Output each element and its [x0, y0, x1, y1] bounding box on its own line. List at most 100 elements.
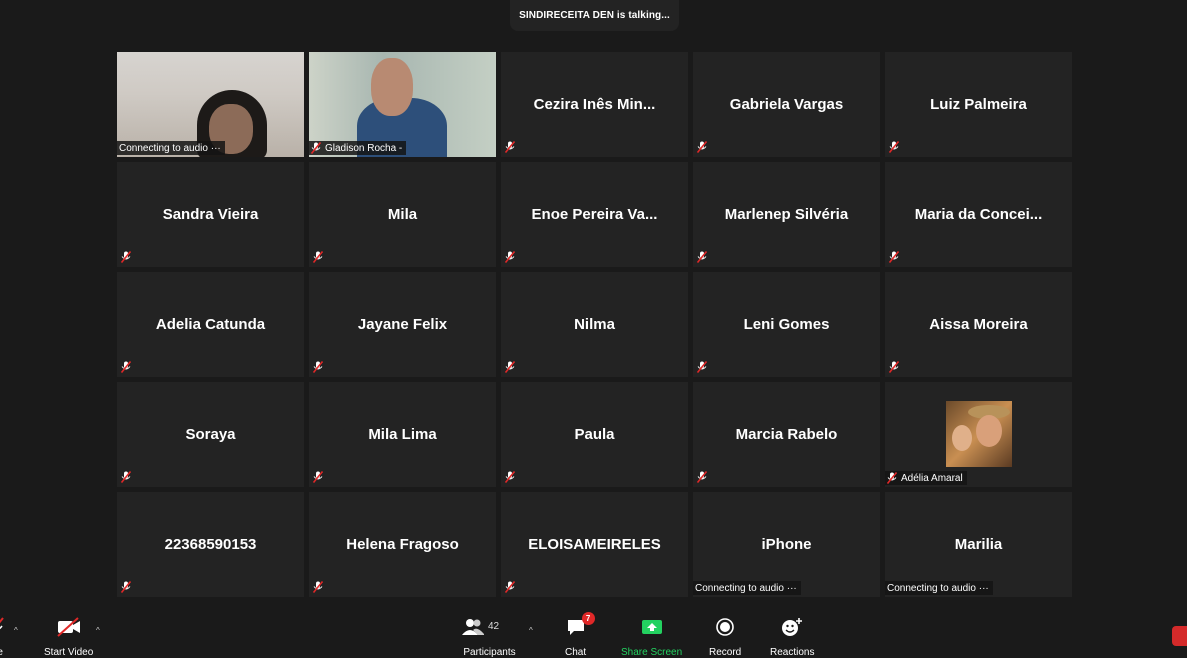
share-screen-button[interactable]: Share Screen	[621, 616, 682, 658]
participant-status-label: Connecting to audio ···	[885, 581, 993, 595]
participant-tile[interactable]: Adelia Catunda	[117, 272, 304, 377]
participant-name: 22368590153	[164, 536, 257, 553]
participant-status-label	[504, 140, 516, 154]
participant-tile[interactable]: Adélia Amaral	[885, 382, 1072, 487]
participant-tile[interactable]: Soraya	[117, 382, 304, 487]
participant-tile[interactable]: Enoe Pereira Va...	[501, 162, 688, 267]
participant-status-label: Connecting to audio ···	[117, 141, 225, 155]
participant-status-label	[504, 250, 516, 264]
muted-mic-icon	[696, 140, 708, 154]
active-speaker-banner: SINDIRECEITA DEN is talking...	[510, 0, 679, 31]
participant-status-label: Connecting to audio ···	[693, 581, 801, 595]
participant-status-label: Adélia Amaral	[885, 471, 967, 485]
start-video-button[interactable]: Start Video	[44, 616, 93, 658]
participant-name: Helena Fragoso	[346, 536, 459, 553]
participant-name: Luiz Palmeira	[930, 96, 1027, 113]
participants-icon: 42	[462, 616, 517, 638]
share-screen-label: Share Screen	[621, 647, 683, 658]
muted-mic-icon	[504, 470, 516, 484]
participant-tile[interactable]: Luiz Palmeira	[885, 52, 1072, 157]
start-video-label: Start Video	[44, 647, 94, 658]
muted-mic-icon	[886, 471, 898, 485]
participant-name: Leni Gomes	[743, 316, 830, 333]
muted-mic-icon	[312, 250, 324, 264]
muted-mic-icon	[310, 141, 322, 155]
participant-tile[interactable]: Connecting to audio ···	[117, 52, 304, 157]
record-button[interactable]: Record	[709, 616, 741, 658]
chat-unread-badge: 7	[581, 612, 595, 625]
muted-mic-icon	[312, 580, 324, 594]
participant-name: Maria da Concei...	[914, 206, 1043, 223]
muted-mic-icon	[120, 580, 132, 594]
participant-label-text: Adélia Amaral	[901, 472, 963, 484]
participant-status-label	[696, 140, 708, 154]
participant-status-label	[696, 250, 708, 264]
participant-tile[interactable]: Maria da Concei...	[885, 162, 1072, 267]
participants-options-caret[interactable]: ^	[529, 626, 533, 635]
muted-mic-icon	[504, 360, 516, 374]
participant-status-label	[888, 250, 900, 264]
participant-tile[interactable]: Helena Fragoso	[309, 492, 496, 597]
participant-label-text: Connecting to audio ···	[119, 142, 221, 154]
share-screen-icon	[641, 616, 663, 638]
chat-button[interactable]: 7 Chat	[565, 612, 595, 658]
mute-label: ute	[0, 647, 3, 658]
participant-tile[interactable]: Marilia Connecting to audio ···	[885, 492, 1072, 597]
participant-status-label	[120, 580, 132, 594]
participant-label-text: Connecting to audio ···	[695, 582, 797, 594]
participant-status-label	[312, 360, 324, 374]
participant-status-label	[120, 360, 132, 374]
participant-tile[interactable]: Gladison Rocha -	[309, 52, 496, 157]
smiley-icon	[781, 616, 803, 638]
muted-mic-icon	[504, 140, 516, 154]
mute-button[interactable]: ute	[0, 616, 4, 658]
participant-status-label	[312, 250, 324, 264]
participants-button[interactable]: 42 Participants	[462, 616, 517, 658]
muted-mic-icon	[504, 250, 516, 264]
participant-name: Adelia Catunda	[155, 316, 266, 333]
participant-tile[interactable]: Gabriela Vargas	[693, 52, 880, 157]
participant-tile[interactable]: iPhone Connecting to audio ···	[693, 492, 880, 597]
participant-tile[interactable]: Marcia Rabelo	[693, 382, 880, 487]
participant-status-label	[504, 360, 516, 374]
participant-name: Sandra Vieira	[162, 206, 259, 223]
participants-count: 42	[488, 621, 500, 632]
participant-status-label	[312, 580, 324, 594]
participant-status-label	[504, 470, 516, 484]
mute-options-caret[interactable]: ^	[14, 626, 18, 635]
record-label: Record	[709, 647, 742, 658]
muted-mic-icon	[120, 250, 132, 264]
participant-tile[interactable]: Jayane Felix	[309, 272, 496, 377]
muted-mic-icon	[696, 470, 708, 484]
participant-tile[interactable]: Cezira Inês Min...	[501, 52, 688, 157]
participant-status-label	[888, 360, 900, 374]
participant-tile[interactable]: Mila Lima	[309, 382, 496, 487]
participant-tile[interactable]: Mila	[309, 162, 496, 267]
muted-mic-icon	[696, 250, 708, 264]
participant-tile[interactable]: ELOISAMEIRELES	[501, 492, 688, 597]
participant-tile[interactable]: Sandra Vieira	[117, 162, 304, 267]
participant-status-label	[120, 250, 132, 264]
participants-label: Participants	[463, 647, 516, 658]
end-meeting-button-edge[interactable]	[1172, 626, 1187, 646]
participant-name: ELOISAMEIRELES	[528, 536, 661, 553]
participant-tile[interactable]: Nilma	[501, 272, 688, 377]
reactions-button[interactable]: Reactions	[770, 616, 814, 658]
participant-label-text: Connecting to audio ···	[887, 582, 989, 594]
muted-mic-icon	[888, 360, 900, 374]
video-options-caret[interactable]: ^	[96, 626, 100, 635]
participant-name: Marlenep Silvéria	[724, 206, 849, 223]
muted-mic-icon	[120, 470, 132, 484]
participant-name: Marcia Rabelo	[735, 426, 838, 443]
participant-tile[interactable]: Aissa Moreira	[885, 272, 1072, 377]
participant-tile[interactable]: Leni Gomes	[693, 272, 880, 377]
participant-name: Enoe Pereira Va...	[531, 206, 658, 223]
participant-name: Aissa Moreira	[929, 316, 1028, 333]
participant-status-label	[696, 360, 708, 374]
participant-tile[interactable]: Paula	[501, 382, 688, 487]
participant-tile[interactable]: 22368590153	[117, 492, 304, 597]
participant-tile[interactable]: Marlenep Silvéria	[693, 162, 880, 267]
participant-status-label: Gladison Rocha -	[309, 141, 407, 155]
meeting-toolbar: ute ^ Start Video ^ 42 Participants ^ 7 …	[0, 606, 1187, 658]
participant-status-label	[888, 140, 900, 154]
